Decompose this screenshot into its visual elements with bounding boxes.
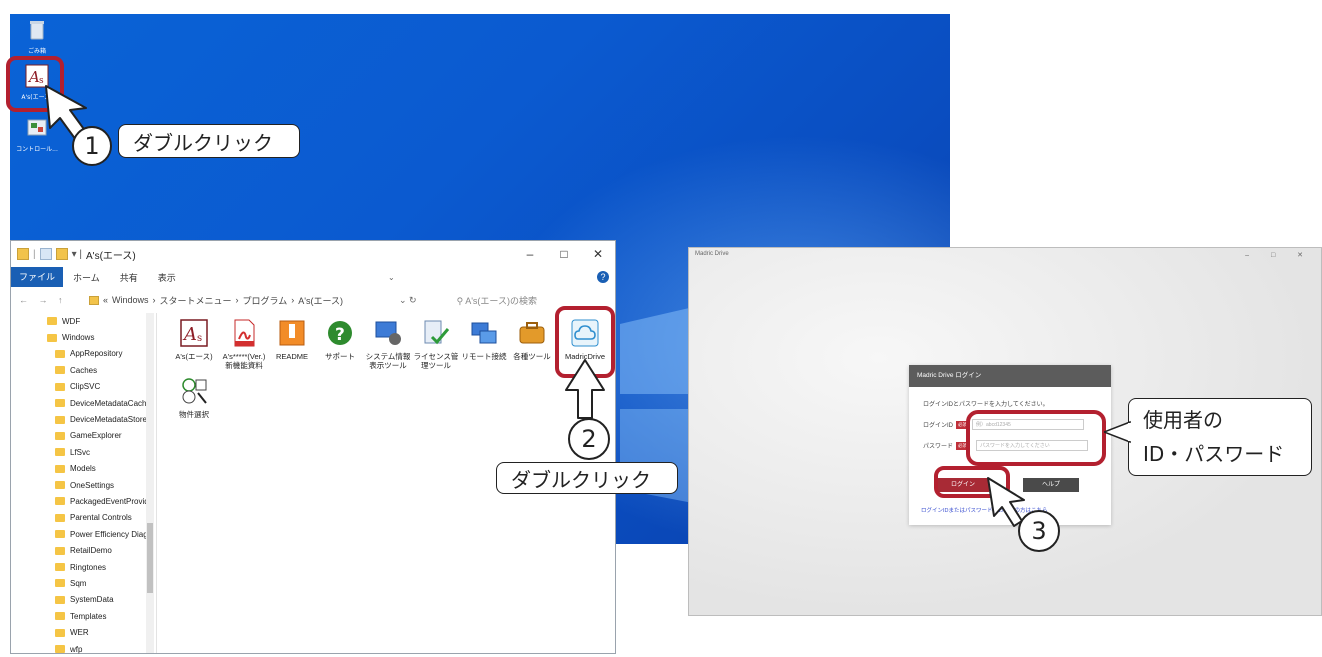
tree-item[interactable]: GameExplorer	[11, 428, 156, 444]
file-readme[interactable]: README	[269, 313, 315, 361]
minimize-button[interactable]: –	[513, 247, 547, 261]
breadcrumb-as[interactable]: A's(エース)	[298, 294, 343, 307]
as-app-icon: A s	[180, 319, 208, 347]
folder-icon	[89, 295, 99, 305]
svg-text:?: ?	[335, 325, 345, 345]
tree-item[interactable]: LfSvc	[11, 444, 156, 460]
window-title: A's(エース)	[86, 250, 136, 262]
step2-number: 2	[568, 418, 610, 460]
remote-icon	[471, 322, 497, 344]
tree-item[interactable]: DeviceMetadataStore	[11, 411, 156, 427]
cursor-arrow-icon	[565, 359, 605, 419]
step1-number: 1	[72, 126, 112, 166]
file-remote[interactable]: リモート接続	[461, 313, 507, 361]
maximize-button[interactable]: □	[547, 247, 581, 261]
highlight-credentials	[966, 410, 1106, 466]
svg-text:A: A	[182, 324, 197, 345]
tree-item[interactable]: Models	[11, 461, 156, 477]
help-icon[interactable]: ?	[596, 271, 609, 283]
file-explorer-window: | ▾ | A's(エース) – □ ✕ ファイル ホーム 共有 表示 ⌄ ? …	[10, 240, 616, 654]
expand-ribbon-icon[interactable]: ⌄	[388, 273, 395, 282]
tree-item[interactable]: wfp	[11, 641, 156, 657]
tree-item[interactable]: Windows	[11, 329, 156, 345]
callout-pointer	[1104, 420, 1132, 444]
recycle-bin-icon	[30, 21, 44, 40]
login-instruction: ログインIDとパスワードを入力してください。	[923, 402, 1049, 408]
tree-item[interactable]: DeviceMetadataCache	[11, 395, 156, 411]
step2-callout: ダブルクリック	[496, 462, 678, 494]
tab-home[interactable]: ホーム	[63, 271, 110, 284]
file-tools[interactable]: 各種ツール	[509, 313, 555, 361]
file-system-info[interactable]: システム情報表示ツール	[365, 313, 411, 370]
credentials-callout: 使用者の ID・パスワード	[1128, 398, 1312, 476]
navigation-tree: WDF Windows AppRepository Caches ClipSVC…	[11, 313, 157, 654]
tree-item[interactable]: Templates	[11, 608, 156, 624]
tree-item[interactable]: WDF	[11, 313, 156, 329]
system-info-icon	[375, 321, 401, 345]
login-window-title: Madric Drive	[695, 251, 729, 257]
tree-item[interactable]: AppRepository	[11, 346, 156, 362]
tree-scrollbar[interactable]	[146, 313, 154, 653]
svg-text:s: s	[197, 333, 202, 344]
folder-icon	[17, 248, 29, 260]
tree-item[interactable]: Caches	[11, 362, 156, 378]
search-box[interactable]: ⚲ A's(エース)の検索	[457, 294, 537, 307]
refresh-icon[interactable]: ⌄ ↻	[399, 295, 417, 306]
file-property-select[interactable]: 物件選択	[171, 371, 217, 419]
tree-item[interactable]: Sqm	[11, 575, 156, 591]
tree-item[interactable]: Parental Controls	[11, 510, 156, 526]
tools-icon	[519, 322, 545, 344]
file-as-app[interactable]: A s A's(エース)	[171, 313, 217, 361]
tree-item[interactable]: PackagedEventProvid	[11, 493, 156, 509]
property-icon	[182, 378, 207, 404]
file-pdf[interactable]: A's*****(Ver.)新機能資料	[221, 313, 267, 370]
tree-item[interactable]: ClipSVC	[11, 379, 156, 395]
login-dialog-title: Madric Drive ログイン	[909, 365, 1111, 387]
address-bar-row: ← → ↑ « Windows › スタートメニュー › プログラム › A's(エー…	[11, 287, 615, 313]
nav-buttons[interactable]: ← → ↑	[11, 295, 89, 305]
tree-item[interactable]: RetailDemo	[11, 542, 156, 558]
file-support[interactable]: ? サポート	[317, 313, 363, 361]
breadcrumb-programs[interactable]: プログラム	[243, 294, 288, 307]
step1-callout: ダブルクリック	[118, 124, 300, 158]
tree-item[interactable]: Power Efficiency Diag	[11, 526, 156, 542]
step3-number: 3	[1018, 510, 1060, 552]
tab-share[interactable]: 共有	[110, 271, 148, 284]
readme-icon	[279, 320, 305, 346]
pdf-icon	[234, 319, 255, 347]
tree-item[interactable]: WER	[11, 624, 156, 640]
desktop-icon-recycle-bin[interactable]: ごみ箱	[14, 18, 60, 55]
breadcrumb-windows[interactable]: Windows	[112, 295, 149, 305]
license-icon	[424, 320, 450, 345]
help-icon: ?	[328, 321, 352, 345]
address-bar[interactable]: « Windows › スタートメニュー › プログラム › A's(エース)	[89, 294, 399, 307]
tab-file[interactable]: ファイル	[11, 267, 64, 287]
new-folder-icon[interactable]	[55, 248, 68, 260]
close-button[interactable]: ✕	[581, 247, 615, 261]
ribbon-tabs: ファイル ホーム 共有 表示 ⌄ ?	[11, 267, 615, 287]
tab-view[interactable]: 表示	[148, 271, 186, 284]
breadcrumb-start-menu[interactable]: スタートメニュー	[160, 294, 232, 307]
login-window-controls[interactable]: – □ ✕	[1245, 251, 1313, 259]
tree-item[interactable]: OneSettings	[11, 477, 156, 493]
properties-icon[interactable]	[39, 248, 52, 260]
file-license[interactable]: ライセンス管理ツール	[413, 313, 459, 370]
tree-item[interactable]: SystemData	[11, 592, 156, 608]
tree-item[interactable]: Ringtones	[11, 559, 156, 575]
explorer-titlebar: | ▾ | A's(エース) – □ ✕	[11, 241, 615, 267]
